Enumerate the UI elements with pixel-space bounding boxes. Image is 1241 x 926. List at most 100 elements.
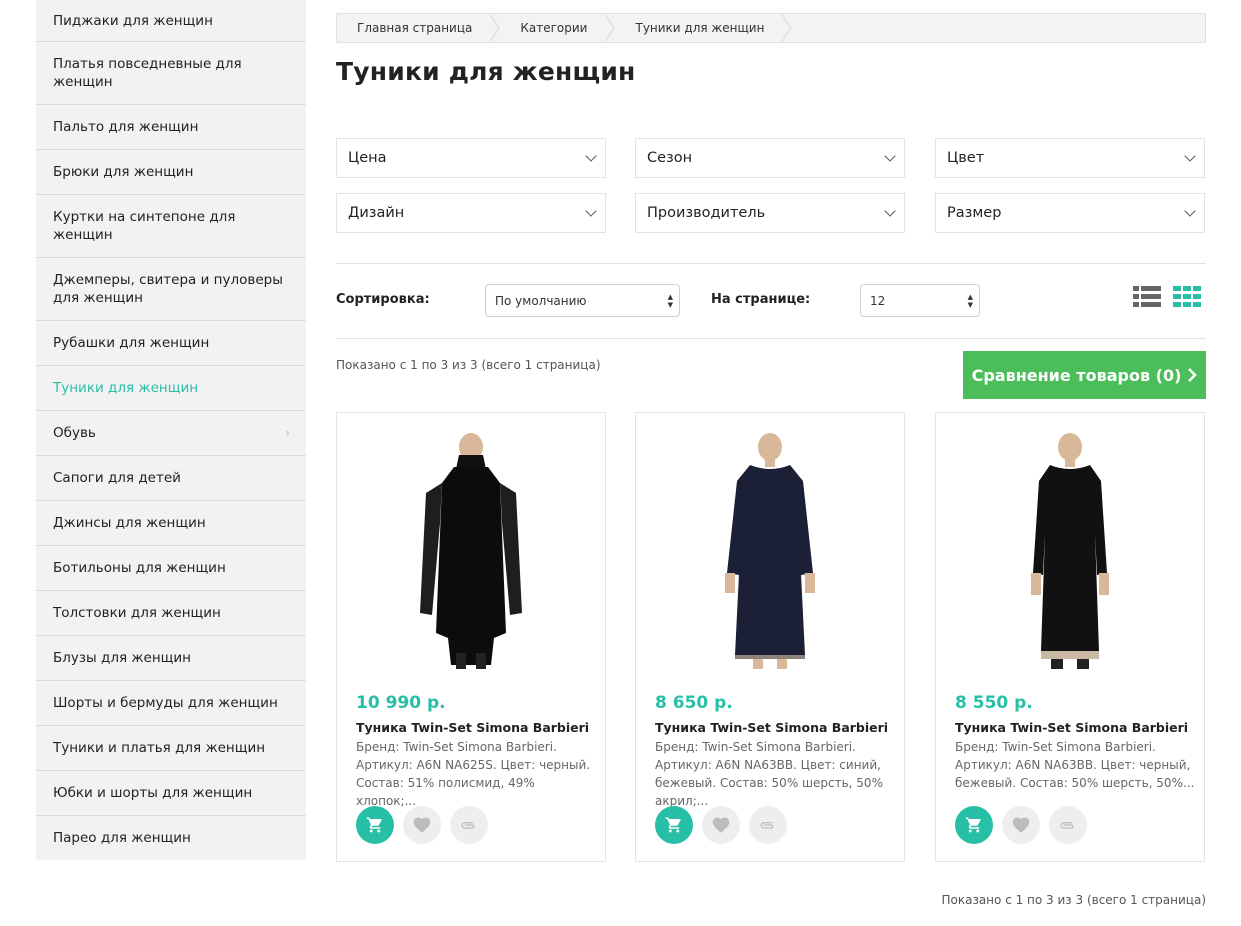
product-actions (356, 806, 488, 844)
list-view-icon[interactable] (1133, 286, 1161, 308)
sidebar-item-kids-boots[interactable]: Сапоги для детей (36, 456, 306, 501)
page-title: Туники для женщин (336, 57, 636, 86)
sidebar-item-label: Пальто для женщин (53, 119, 199, 135)
sidebar-item-label: Парео для женщин (53, 830, 191, 846)
chevron-down-icon (1184, 205, 1196, 217)
breadcrumb-separator (604, 13, 616, 43)
sidebar-item-hoodies[interactable]: Толстовки для женщин (36, 591, 306, 636)
product-name[interactable]: Туника Twin-Set Simona Barbieri (356, 720, 589, 735)
breadcrumb-separator (781, 13, 793, 43)
sort-label: Сортировка: (336, 292, 430, 307)
sort-select-value: По умолчанию (495, 293, 587, 308)
sidebar-item-label: Платья повседневные для женщин (53, 56, 242, 90)
sidebar-item-pareo[interactable]: Парео для женщин (36, 816, 306, 860)
sidebar-item-label: Ботильоны для женщин (53, 560, 226, 576)
compare-button-label: Сравнение товаров (0) (971, 365, 1182, 385)
add-to-compare-button[interactable] (749, 806, 787, 844)
product-name[interactable]: Туника Twin-Set Simona Barbieri (655, 720, 888, 735)
per-page-label: На странице: (711, 292, 811, 307)
product-name[interactable]: Туника Twin-Set Simona Barbieri (955, 720, 1188, 735)
filter-label: Дизайн (348, 205, 405, 221)
cart-icon (665, 817, 681, 833)
filter-season[interactable]: Сезон (635, 138, 905, 178)
product-actions (955, 806, 1087, 844)
add-to-compare-button[interactable] (450, 806, 488, 844)
filter-label: Сезон (647, 150, 693, 166)
sidebar-item-skirts[interactable]: Юбки и шорты для женщин (36, 771, 306, 816)
compare-products-button[interactable]: Сравнение товаров (0) (963, 351, 1206, 399)
sidebar-item-tunics-dresses[interactable]: Туники и платья для женщин (36, 726, 306, 771)
breadcrumb-current[interactable]: Туники для женщин (615, 14, 782, 42)
sidebar-item-label: Туники для женщин (53, 380, 199, 396)
sort-select[interactable]: По умолчанию ▲ ▼ (485, 284, 680, 317)
product-actions (655, 806, 787, 844)
product-card: 10 990 р. Туника Twin-Set Simona Barbier… (336, 412, 606, 862)
add-to-cart-button[interactable] (655, 806, 693, 844)
sidebar-item-label: Шорты и бермуды для женщин (53, 695, 278, 711)
divider (336, 263, 1206, 264)
chevron-down-icon (884, 150, 896, 162)
grid-view-icon[interactable] (1173, 286, 1201, 308)
add-to-wishlist-button[interactable] (403, 806, 441, 844)
chevron-down-icon (1184, 150, 1196, 162)
sidebar-item-padded-jackets[interactable]: Куртки на синтепоне для женщин (36, 195, 306, 258)
product-description: Бренд: Twin-Set Simona Barbieri. Артикул… (655, 740, 883, 808)
sidebar-item-casual-dresses[interactable]: Платья повседневные для женщин (36, 42, 306, 105)
sidebar-item-blouses[interactable]: Блузы для женщин (36, 636, 306, 681)
chevron-down-icon (585, 150, 597, 162)
product-price: 10 990 р. (356, 693, 446, 713)
filter-manufacturer[interactable]: Производитель (635, 193, 905, 233)
filter-size[interactable]: Размер (935, 193, 1205, 233)
paperclip-icon (760, 822, 774, 829)
sidebar-item-label: Сапоги для детей (53, 470, 181, 486)
sidebar-item-label: Обувь (53, 425, 96, 441)
sidebar-item-label: Брюки для женщин (53, 164, 194, 180)
breadcrumb-home[interactable]: Главная страница (337, 14, 490, 42)
filter-design[interactable]: Дизайн (336, 193, 606, 233)
sidebar-item-shorts[interactable]: Шорты и бермуды для женщин (36, 681, 306, 726)
sidebar-item-shirts[interactable]: Рубашки для женщин (36, 321, 306, 366)
sidebar-item-blazers[interactable]: Пиджаки для женщин (36, 0, 306, 42)
per-page-select[interactable]: 12 ▲ ▼ (860, 284, 980, 317)
breadcrumb: Главная страница Категории Туники для же… (336, 13, 1206, 43)
product-image[interactable] (695, 433, 845, 669)
sidebar-item-tunics[interactable]: Туники для женщин (36, 366, 306, 411)
filter-label: Цвет (947, 150, 985, 166)
product-description: Бренд: Twin-Set Simona Barbieri. Артикул… (356, 740, 591, 808)
breadcrumb-categories[interactable]: Категории (500, 14, 605, 42)
select-arrows-icon: ▲ ▼ (667, 293, 673, 309)
per-page-select-value: 12 (870, 293, 886, 308)
filter-color[interactable]: Цвет (935, 138, 1205, 178)
product-price: 8 650 р. (655, 693, 733, 713)
results-summary: Показано с 1 по 3 из 3 (всего 1 страница… (336, 358, 601, 372)
results-summary-bottom: Показано с 1 по 3 из 3 (всего 1 страница… (941, 893, 1206, 907)
sidebar-item-jeans[interactable]: Джинсы для женщин (36, 501, 306, 546)
sidebar-item-sweaters[interactable]: Джемперы, свитера и пуловеры для женщин (36, 258, 306, 321)
chevron-down-icon (585, 205, 597, 217)
sidebar-item-shoes[interactable]: Обувь › (36, 411, 306, 456)
select-arrows-icon: ▲ ▼ (967, 293, 973, 309)
product-image[interactable] (396, 433, 546, 669)
add-to-wishlist-button[interactable] (702, 806, 740, 844)
product-price: 8 550 р. (955, 693, 1033, 713)
filter-label: Производитель (647, 205, 766, 221)
sidebar-item-label: Куртки на синтепоне для женщин (53, 209, 236, 243)
sidebar-item-trousers[interactable]: Брюки для женщин (36, 150, 306, 195)
sidebar-item-label: Юбки и шорты для женщин (53, 785, 253, 801)
sidebar-item-label: Джемперы, свитера и пуловеры для женщин (53, 272, 283, 306)
divider (336, 338, 1206, 339)
add-to-compare-button[interactable] (1049, 806, 1087, 844)
sidebar-item-label: Джинсы для женщин (53, 515, 206, 531)
sidebar-item-label: Туники и платья для женщин (53, 740, 266, 756)
add-to-wishlist-button[interactable] (1002, 806, 1040, 844)
sidebar-item-ankle-boots[interactable]: Ботильоны для женщин (36, 546, 306, 591)
add-to-cart-button[interactable] (356, 806, 394, 844)
product-card: 8 550 р. Туника Twin-Set Simona Barbieri… (935, 412, 1205, 862)
sidebar-item-coats[interactable]: Пальто для женщин (36, 105, 306, 150)
product-image[interactable] (995, 433, 1145, 669)
filter-price[interactable]: Цена (336, 138, 606, 178)
sidebar-item-label: Толстовки для женщин (53, 605, 221, 621)
add-to-cart-button[interactable] (955, 806, 993, 844)
cart-icon (965, 817, 981, 833)
chevron-right-icon (1188, 368, 1198, 382)
